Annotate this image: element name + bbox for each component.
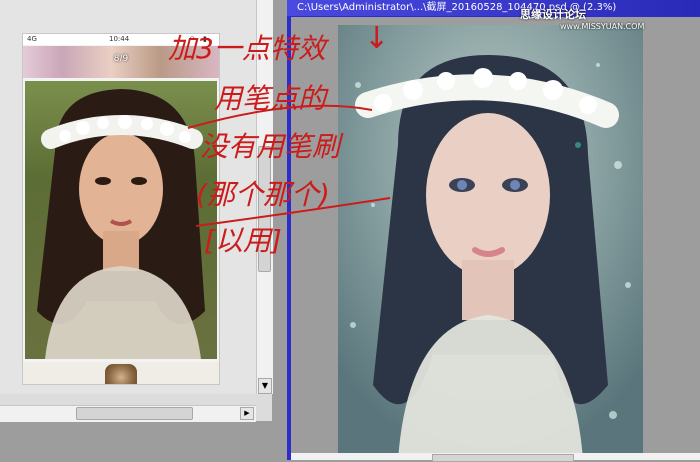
scroll-right-icon[interactable]: ▶ — [240, 407, 254, 420]
reference-photo-art — [37, 89, 205, 359]
left-horizontal-scroll-thumb[interactable] — [76, 407, 193, 420]
phone-status-bar: 4G 10:44 ◠ ▮ — [23, 34, 219, 45]
phone-screenshot: 4G 10:44 ◠ ▮ 8/9 — [22, 33, 220, 385]
signal-label: 4G — [27, 35, 37, 43]
photo-counter: 8/9 — [113, 54, 129, 64]
right-window-titlebar[interactable]: C:\Users\Administrator\...\截屏_20160528_1… — [287, 0, 700, 16]
status-time: 10:44 — [109, 35, 130, 43]
right-horizontal-scroll-thumb[interactable] — [432, 454, 574, 462]
reference-photo — [25, 81, 217, 359]
digital-painting-art — [338, 25, 643, 460]
scroll-down-icon[interactable]: ▼ — [258, 378, 272, 394]
watermark-url: www.MISSYUAN.COM — [560, 22, 645, 31]
battery-icon: ▮ — [203, 35, 207, 43]
digital-painting — [338, 25, 643, 460]
wifi-icon: ◠ — [189, 35, 196, 43]
watermark-text: 思缘设计论坛 — [520, 8, 586, 21]
next-photo-thumb — [105, 364, 137, 384]
left-vertical-scroll-thumb[interactable] — [258, 146, 271, 272]
